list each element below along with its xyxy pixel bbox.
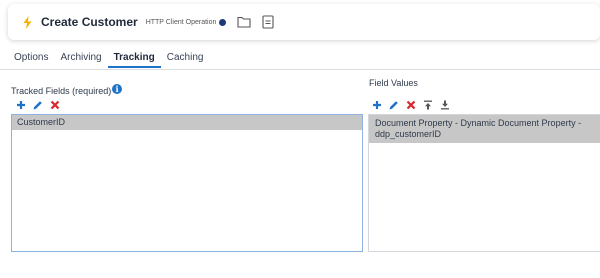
delete-icon[interactable] [49, 99, 60, 111]
document-icon[interactable] [260, 14, 276, 30]
tab-caching[interactable]: Caching [161, 50, 210, 68]
tab-options[interactable]: Options [8, 50, 54, 68]
operation-header: Create Customer HTTP Client Operation [8, 4, 600, 40]
field-values-toolbar [371, 99, 450, 111]
page-title: Create Customer [41, 15, 138, 29]
edit-icon[interactable] [388, 99, 399, 111]
list-item[interactable]: Document Property - Dynamic Document Pro… [369, 115, 600, 143]
lightning-bolt-icon [22, 15, 32, 29]
move-to-bottom-icon[interactable] [439, 99, 450, 111]
tab-divider [0, 69, 600, 70]
operation-info-icon[interactable] [219, 18, 227, 26]
add-icon[interactable] [371, 99, 382, 111]
tab-archiving[interactable]: Archiving [54, 50, 107, 68]
tracked-fields-info-icon[interactable]: i [112, 84, 122, 94]
field-values-list[interactable]: Document Property - Dynamic Document Pro… [368, 114, 600, 252]
add-icon[interactable] [15, 99, 26, 111]
tracked-fields-toolbar [15, 99, 60, 111]
edit-icon[interactable] [32, 99, 43, 111]
list-item[interactable]: CustomerID [12, 115, 362, 130]
delete-icon[interactable] [405, 99, 416, 111]
tab-bar: Options Archiving Tracking Caching [8, 50, 209, 70]
operation-type-label: HTTP Client Operation [145, 18, 217, 26]
tracked-fields-label: Tracked Fields (required) [11, 86, 112, 96]
folder-icon[interactable] [236, 14, 252, 30]
tracked-fields-list[interactable]: CustomerID [11, 114, 363, 252]
tab-tracking[interactable]: Tracking [107, 50, 161, 68]
move-to-top-icon[interactable] [422, 99, 433, 111]
field-values-label: Field Values [369, 78, 418, 88]
